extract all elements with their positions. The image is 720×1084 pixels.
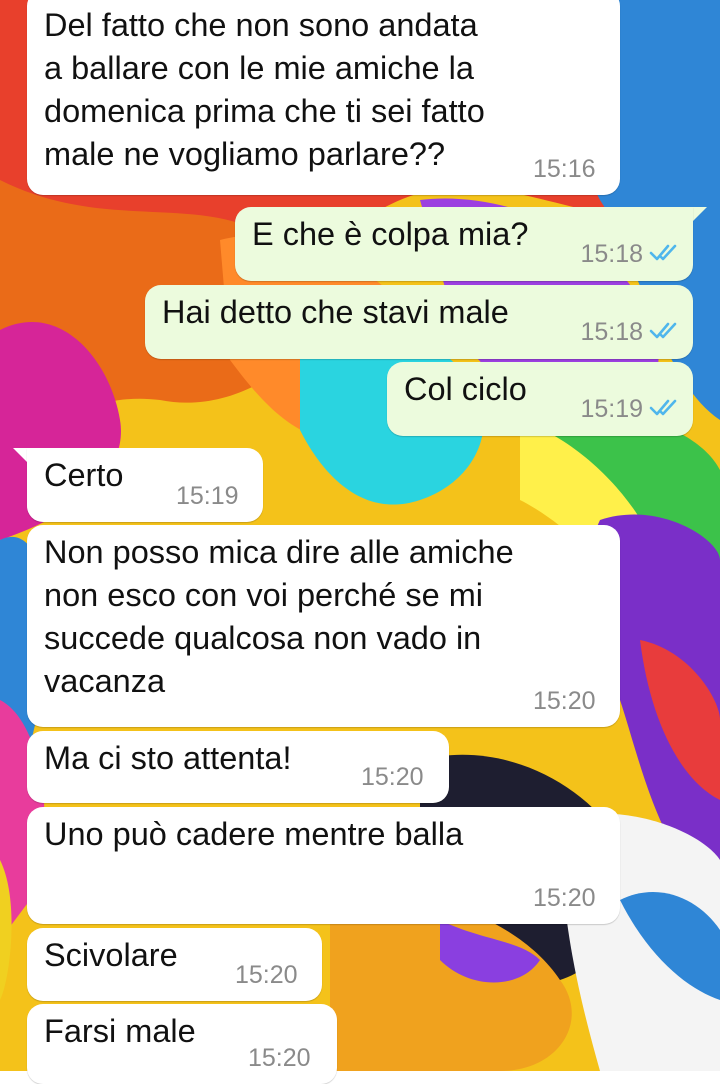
outgoing-message-bubble[interactable]: Col ciclo 15:19 — [387, 362, 693, 436]
incoming-message-bubble[interactable]: Del fatto che non sono andata a ballare … — [27, 0, 620, 195]
incoming-message-bubble[interactable]: Non posso mica dire alle amiche non esco… — [27, 525, 620, 727]
incoming-message-bubble[interactable]: Scivolare 15:20 — [27, 928, 322, 1001]
message-text: Hai detto che stavi male — [162, 294, 509, 330]
message-text: Farsi male — [44, 1013, 196, 1049]
message-text: Ma ci sto attenta! — [44, 740, 292, 776]
message-timestamp: 15:20 — [533, 884, 596, 912]
message-timestamp: 15:18 — [580, 318, 643, 346]
message-text: Non posso mica dire alle amiche non esco… — [44, 534, 514, 699]
message-text: Del fatto che non sono andata a ballare … — [44, 7, 485, 172]
message-timestamp: 15:20 — [248, 1044, 311, 1072]
message-text: Col ciclo — [404, 371, 527, 407]
message-timestamp: 15:20 — [235, 961, 298, 989]
message-timestamp: 15:19 — [176, 482, 239, 510]
double-check-icon — [649, 396, 681, 423]
message-timestamp: 15:20 — [361, 763, 424, 791]
double-check-icon — [649, 241, 681, 268]
outgoing-message-bubble[interactable]: Hai detto che stavi male 15:18 — [145, 285, 693, 359]
message-timestamp: 15:18 — [580, 240, 643, 268]
message-text: Uno può cadere mentre balla — [44, 816, 464, 852]
message-timestamp: 15:19 — [580, 395, 643, 423]
message-text: Scivolare — [44, 937, 178, 973]
message-timestamp: 15:20 — [533, 687, 596, 715]
message-meta: 15:18 — [580, 240, 681, 269]
incoming-message-bubble[interactable]: Uno può cadere mentre balla 15:20 — [27, 807, 620, 924]
message-timestamp: 15:16 — [533, 155, 596, 183]
double-check-icon — [649, 319, 681, 346]
incoming-message-bubble[interactable]: Ma ci sto attenta! 15:20 — [27, 731, 449, 803]
incoming-message-bubble[interactable]: Farsi male 15:20 — [27, 1004, 337, 1084]
bubble-tail — [13, 448, 27, 462]
outgoing-message-bubble[interactable]: E che è colpa mia? 15:18 — [235, 207, 693, 281]
message-text: E che è colpa mia? — [252, 216, 529, 252]
bubble-tail — [693, 207, 707, 221]
message-meta: 15:19 — [580, 395, 681, 424]
message-meta: 15:18 — [580, 318, 681, 347]
message-text: Certo — [44, 457, 124, 493]
incoming-message-bubble[interactable]: Certo 15:19 — [27, 448, 263, 522]
